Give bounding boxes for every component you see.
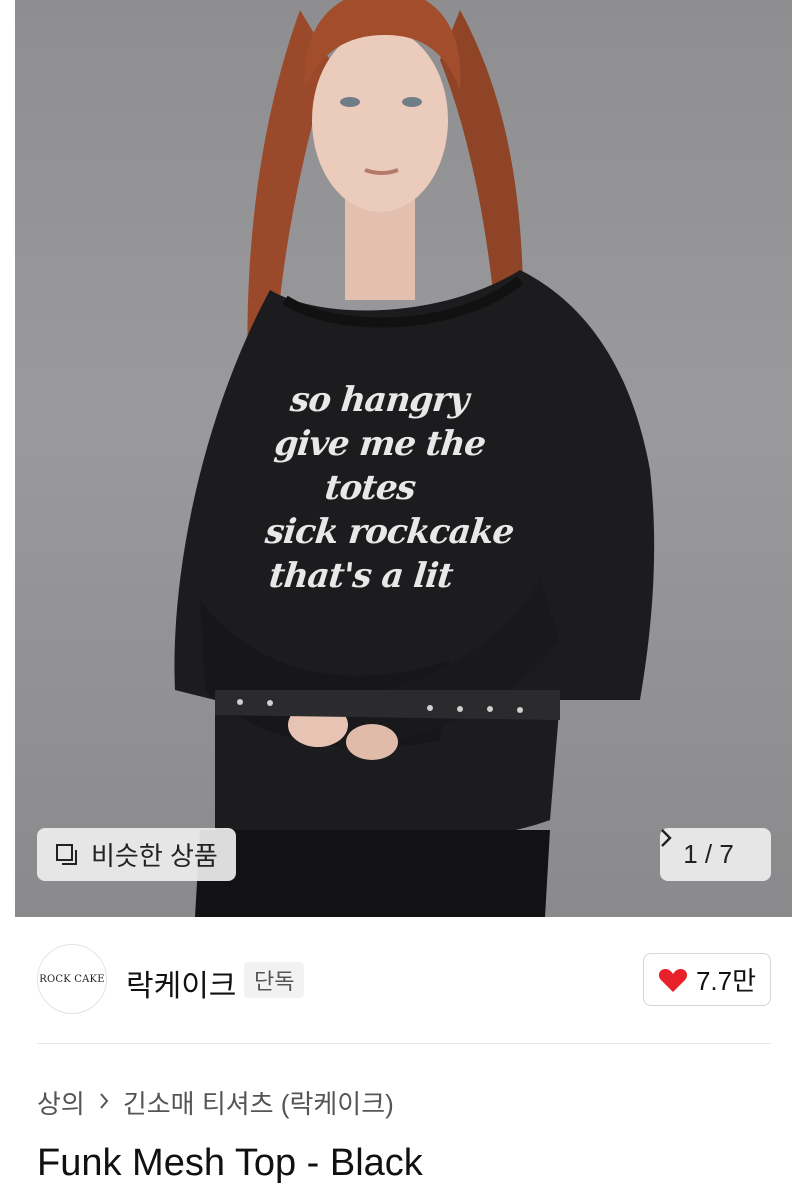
brand-logo[interactable]: ROCK CAKE	[37, 944, 107, 1014]
brand-row: ROCK CAKE 락케이크 단독 7.7만	[0, 917, 807, 1043]
section-divider	[37, 1043, 771, 1044]
breadcrumb-item-category[interactable]: 상의	[37, 1084, 85, 1121]
product-image-carousel[interactable]: so hangry give me the totes sick rockcak…	[0, 0, 807, 917]
brand-logo-text: ROCK CAKE	[39, 973, 105, 985]
print-line: give me the	[272, 424, 488, 464]
chevron-right-icon	[99, 1089, 109, 1117]
exclusive-badge: 단독	[244, 962, 305, 998]
similar-products-label: 비슷한 상품	[91, 841, 218, 871]
breadcrumb-item-subcategory[interactable]: 긴소매 티셔츠 (락케이크)	[123, 1084, 394, 1121]
heart-icon	[658, 968, 688, 992]
copy-squares-icon	[55, 843, 79, 867]
product-title: Funk Mesh Top - Black	[37, 1142, 423, 1184]
print-line: so hangry	[288, 380, 471, 420]
print-line: sick rockcake	[263, 512, 516, 552]
like-count: 7.7만	[695, 966, 757, 996]
image-counter-text: 1 / 7	[683, 839, 734, 869]
print-line: that's a lit	[267, 556, 455, 596]
similar-products-button[interactable]: 비슷한 상품	[37, 828, 236, 881]
exclusive-badge-label: 단독	[254, 969, 295, 994]
breadcrumb: 상의 긴소매 티셔츠 (락케이크)	[37, 1084, 394, 1121]
image-counter-button[interactable]: 1 / 7	[660, 828, 771, 881]
shirt-print-text: so hangry give me the totes sick rockcak…	[258, 378, 516, 598]
print-line: totes	[322, 468, 418, 508]
brand-name-link[interactable]: 락케이크	[126, 961, 236, 1005]
like-button[interactable]: 7.7만	[643, 953, 771, 1006]
